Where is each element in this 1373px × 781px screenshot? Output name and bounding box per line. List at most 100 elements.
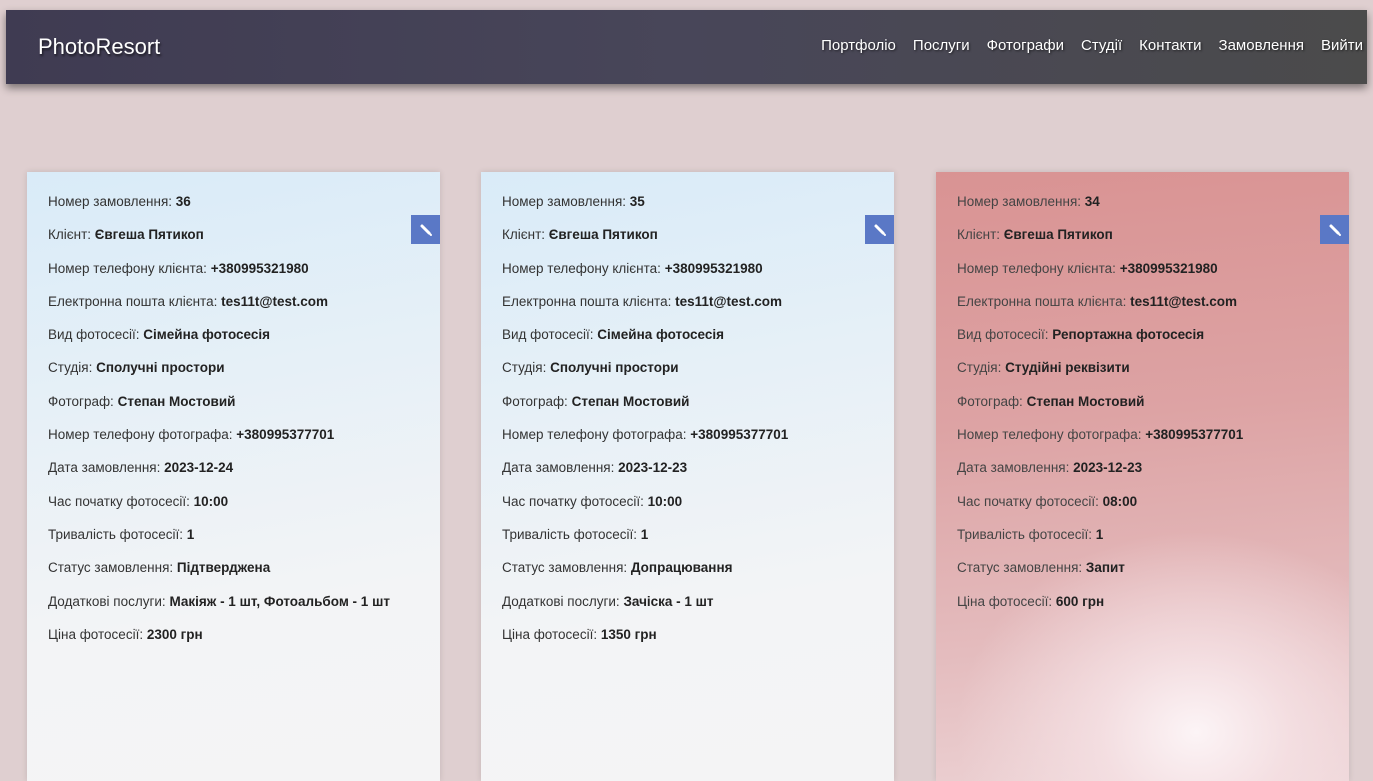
nav-link-contacts[interactable]: Контакти [1139,37,1201,54]
order-field-value: 1 [1095,526,1104,542]
order-field: Номер телефону фотографа: +380995377701 [48,427,390,460]
order-field: Клієнт: Євгеша Пятикоп [957,227,1243,260]
order-field: Номер телефону клієнта: +380995321980 [957,261,1243,294]
order-field: Додаткові послуги: Зачіска - 1 шт [502,594,788,627]
order-field-value: +380995321980 [664,260,763,276]
order-field-value: Степан Мостовий [571,393,690,409]
edit-order-button[interactable] [1320,215,1349,244]
edit-order-button[interactable] [411,215,440,244]
order-field-value: 2023-12-23 [1073,460,1143,476]
order-field-label: Електронна пошта клієнта: [502,293,676,309]
order-card: Номер замовлення: 35 Клієнт: Євгеша Пятик… [481,172,894,781]
order-field-label: Тривалість фотосесії: [502,526,641,542]
order-field: Статус замовлення: Підтверджена [48,560,390,593]
order-field-label: Ціна фотосесії: [48,626,147,642]
order-card: Номер замовлення: 34 Клієнт: Євгеша Пятик… [936,172,1349,781]
order-field-label: Клієнт: [48,227,95,243]
order-field-value: Макіяж - 1 шт, Фотоальбом - 1 шт [169,593,390,609]
order-field-value: 36 [175,194,191,209]
order-field-value: 600 грн [1055,593,1105,609]
order-field: Студія: Сполучні простори [48,360,390,393]
nav-link-logout[interactable]: Вийти [1321,37,1363,54]
order-field-value: Євгеша Пятикоп [94,227,204,243]
order-field-value: Степан Мостовий [117,393,236,409]
order-field: Номер замовлення: 34 [957,194,1243,227]
nav-link-studios[interactable]: Студії [1081,37,1122,54]
order-field-label: Ціна фотосесії: [502,626,601,642]
order-field: Номер телефону фотографа: +380995377701 [502,427,788,460]
order-field-value: tes11t@test.com [221,293,329,309]
order-field: Статус замовлення: Допрацювання [502,560,788,593]
order-field: Час початку фотосесії: 08:00 [957,494,1243,527]
order-field: Електронна пошта клієнта: tes11t@test.co… [957,294,1243,327]
order-field-value: Запит [1085,560,1125,576]
order-field-value: +380995321980 [1119,260,1218,276]
order-field-value: Допрацювання [630,560,733,576]
order-field: Ціна фотосесії: 1350 грн [502,627,788,660]
order-field-label: Дата замовлення: [957,460,1074,476]
order-field-value: +380995377701 [1145,427,1244,443]
nav-link-orders[interactable]: Замовлення [1219,37,1304,54]
order-field-label: Вид фотосесії: [48,327,144,343]
order-field-label: Клієнт: [502,227,549,243]
order-fields: Номер замовлення: 36 Клієнт: Євгеша Пятик… [48,194,390,660]
order-field-value: Сполучні простори [550,360,679,376]
order-field-value: tes11t@test.com [1130,293,1238,309]
order-field-value: +380995377701 [236,427,335,443]
order-field-value: 10:00 [647,493,683,509]
edit-order-button[interactable] [865,215,894,244]
order-field: Вид фотосесії: Сімейна фотосесія [48,327,390,360]
order-field-value: Репортажна фотосесія [1052,327,1205,343]
order-field: Клієнт: Євгеша Пятикоп [48,227,390,260]
order-fields: Номер замовлення: 34 Клієнт: Євгеша Пятик… [957,194,1243,627]
order-field-label: Тривалість фотосесії: [957,526,1096,542]
order-field-value: Сполучні простори [96,360,225,376]
order-field-label: Студія: [957,360,1006,376]
order-field: Клієнт: Євгеша Пятикоп [502,227,788,260]
order-field: Вид фотосесії: Сімейна фотосесія [502,327,788,360]
order-field-label: Час початку фотосесії: [48,493,194,509]
order-field: Студія: Студійні реквізити [957,360,1243,393]
nav-link-portfolio[interactable]: Портфоліо [821,37,896,54]
order-field-value: 1 [640,526,649,542]
order-field: Студія: Сполучні простори [502,360,788,393]
order-field-label: Додаткові послуги: [502,593,624,609]
order-field-value: 1350 грн [600,626,657,642]
order-field-label: Ціна фотосесії: [957,593,1056,609]
order-field: Номер телефону фотографа: +380995377701 [957,427,1243,460]
order-field-label: Дата замовлення: [48,460,165,476]
order-field-label: Час початку фотосесії: [502,493,648,509]
order-field-label: Студія: [502,360,551,376]
order-field-label: Фотограф: [957,393,1027,409]
nav-link-services[interactable]: Послуги [913,37,970,54]
order-field: Час початку фотосесії: 10:00 [502,494,788,527]
order-field-label: Номер замовлення: [48,194,176,209]
order-field-label: Номер телефону фотографа: [48,427,237,443]
order-field-value: +380995321980 [210,260,309,276]
order-field-label: Статус замовлення: [48,560,177,576]
pencil-icon [420,224,432,236]
order-field-value: 34 [1084,194,1100,209]
order-field-value: 2023-12-23 [618,460,688,476]
order-field-label: Номер телефону клієнта: [502,260,665,276]
order-field-label: Електронна пошта клієнта: [48,293,222,309]
order-field: Дата замовлення: 2023-12-23 [502,460,788,493]
order-field-value: tes11t@test.com [675,293,783,309]
order-field-value: +380995377701 [690,427,789,443]
order-field-label: Час початку фотосесії: [957,493,1103,509]
nav-link-photographers[interactable]: Фотографи [987,37,1064,54]
navbar: PhotoResort Портфоліо Послуги Фотографи … [6,10,1367,84]
order-field: Номер телефону клієнта: +380995321980 [48,261,390,294]
order-field-value: Євгеша Пятикоп [548,227,658,243]
order-field-label: Додаткові послуги: [48,593,170,609]
main-nav: Портфоліо Послуги Фотографи Студії Конта… [821,37,1363,54]
order-field-label: Номер телефону фотографа: [957,427,1146,443]
order-field: Дата замовлення: 2023-12-24 [48,460,390,493]
order-field: Статус замовлення: Запит [957,560,1243,593]
order-field-value: Євгеша Пятикоп [1003,227,1113,243]
order-field-value: 35 [629,194,645,209]
order-field-value: Студійні реквізити [1005,360,1130,376]
order-field-value: 08:00 [1102,493,1138,509]
order-field-label: Номер замовлення: [502,194,630,209]
brand-logo[interactable]: PhotoResort [38,34,160,60]
